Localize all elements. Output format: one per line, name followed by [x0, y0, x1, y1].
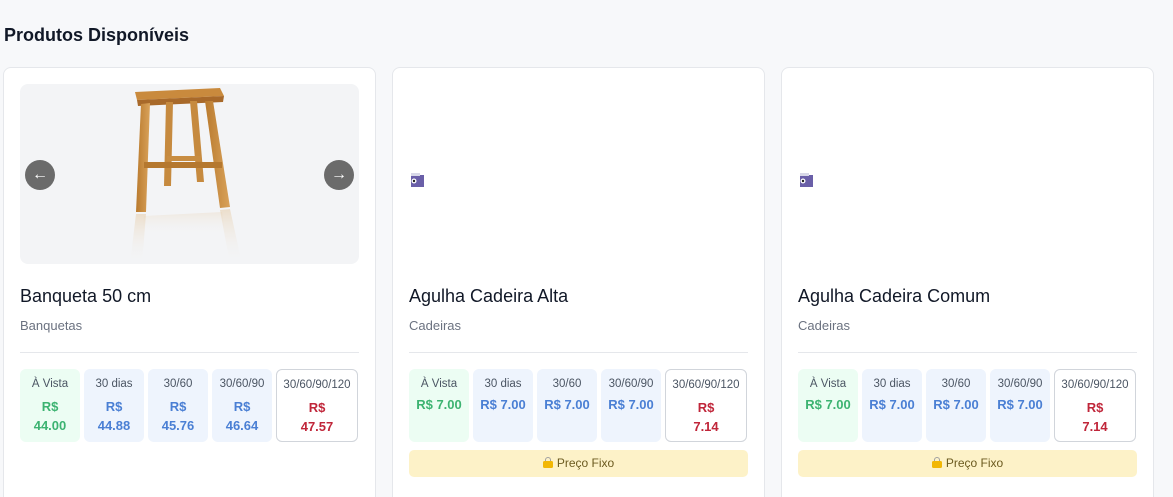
price-option-30-60[interactable]: 30/60 R$ 45.76	[148, 369, 208, 442]
fixed-price-label: Preço Fixo	[556, 456, 615, 470]
price-option-30-60-90[interactable]: 30/60/90 R$ 7.00	[601, 369, 661, 442]
price-value: R$ 7.00	[869, 397, 915, 412]
price-value: R$ 7.00	[480, 397, 526, 412]
price-label: 30 dias	[873, 378, 911, 390]
price-value: R$ 7.00	[805, 397, 851, 412]
price-option-30[interactable]: 30 dias R$ 7.00	[862, 369, 922, 442]
fixed-price-label: Preço Fixo	[945, 456, 1004, 470]
product-card[interactable]: Agulha Cadeira Alta Cadeiras À Vista R$ …	[392, 67, 765, 497]
price-option-30-60-90[interactable]: 30/60/90 R$ 46.64	[212, 369, 272, 442]
divider	[798, 352, 1137, 353]
price-option-a-vista[interactable]: À Vista R$ 7.00	[798, 369, 858, 442]
price-option-a-vista[interactable]: À Vista R$ 7.00	[409, 369, 469, 442]
fixed-price-badge: Preço Fixo	[798, 450, 1137, 477]
product-category: Banquetas	[20, 318, 83, 333]
product-grid: ← → Banqueta 50 cm Banquetas À Vista R$ 4…	[3, 67, 1154, 497]
price-value: R$ 45.76	[161, 399, 195, 433]
price-label: À Vista	[809, 378, 847, 390]
price-value: R$ 44.00	[33, 399, 67, 433]
price-label: 30 dias	[95, 378, 133, 390]
price-label: 30/60/90	[997, 378, 1043, 390]
price-value: R$ 7.00	[608, 397, 654, 412]
broken-image-icon	[411, 173, 424, 187]
price-label: 30/60	[163, 378, 193, 390]
lock-icon	[542, 457, 553, 468]
product-category: Cadeiras	[798, 318, 851, 333]
price-value: R$ 7.00	[416, 397, 462, 412]
price-option-30-60[interactable]: 30/60 R$ 7.00	[926, 369, 986, 442]
carousel-next-button[interactable]: →	[324, 160, 354, 190]
product-name: Banqueta 50 cm	[20, 286, 152, 306]
price-value: R$ 7.14	[693, 400, 719, 434]
lock-icon	[931, 457, 942, 468]
price-label: 30/60/90/120	[672, 379, 740, 391]
price-value: R$ 7.00	[933, 397, 979, 412]
product-card[interactable]: ← → Banqueta 50 cm Banquetas À Vista R$ 4…	[3, 67, 376, 497]
price-value: R$ 7.00	[997, 397, 1043, 412]
price-option-30[interactable]: 30 dias R$ 7.00	[473, 369, 533, 442]
carousel-prev-button[interactable]: ←	[25, 160, 55, 190]
price-option-30-60-90-120[interactable]: 30/60/90/120 R$ 47.57	[276, 369, 358, 442]
price-value: R$ 47.57	[300, 400, 334, 434]
arrow-right-icon: →	[331, 166, 347, 183]
price-label: 30/60/90	[608, 378, 654, 390]
price-option-30-60-90[interactable]: 30/60/90 R$ 7.00	[990, 369, 1050, 442]
stool-image	[130, 88, 242, 264]
price-value: R$ 44.88	[97, 399, 131, 433]
price-options: À Vista R$ 44.00 30 dias R$ 44.88 30/60 R$…	[20, 369, 359, 442]
price-label: 30/60	[941, 378, 971, 390]
price-option-30-60-90-120[interactable]: 30/60/90/120 R$ 7.14	[665, 369, 747, 442]
divider	[409, 352, 748, 353]
price-option-30[interactable]: 30 dias R$ 44.88	[84, 369, 144, 442]
price-label: À Vista	[420, 378, 458, 390]
broken-image-icon	[800, 173, 813, 187]
fixed-price-badge: Preço Fixo	[409, 450, 748, 477]
divider	[20, 352, 359, 353]
price-value: R$ 7.14	[1082, 400, 1108, 434]
product-image	[409, 84, 748, 264]
price-value: R$ 7.00	[544, 397, 590, 412]
price-label: 30/60	[552, 378, 582, 390]
price-option-30-60[interactable]: 30/60 R$ 7.00	[537, 369, 597, 442]
price-label: 30 dias	[484, 378, 522, 390]
product-image-carousel: ← →	[20, 84, 359, 264]
price-label: 30/60/90	[219, 378, 265, 390]
price-label: À Vista	[31, 378, 69, 390]
product-card[interactable]: Agulha Cadeira Comum Cadeiras À Vista R$…	[781, 67, 1154, 497]
price-label: 30/60/90/120	[283, 379, 351, 391]
product-image	[798, 84, 1137, 264]
price-options: À Vista R$ 7.00 30 dias R$ 7.00 30/60 R$…	[798, 369, 1137, 442]
price-option-30-60-90-120[interactable]: 30/60/90/120 R$ 7.14	[1054, 369, 1136, 442]
product-name: Agulha Cadeira Comum	[798, 286, 991, 306]
price-value: R$ 46.64	[225, 399, 259, 433]
price-label: 30/60/90/120	[1061, 379, 1129, 391]
price-option-a-vista[interactable]: À Vista R$ 44.00	[20, 369, 80, 442]
product-name: Agulha Cadeira Alta	[409, 286, 569, 306]
page-title: Produtos Disponíveis	[4, 25, 190, 45]
arrow-left-icon: ←	[32, 166, 48, 183]
price-options: À Vista R$ 7.00 30 dias R$ 7.00 30/60 R$…	[409, 369, 748, 442]
product-category: Cadeiras	[409, 318, 462, 333]
